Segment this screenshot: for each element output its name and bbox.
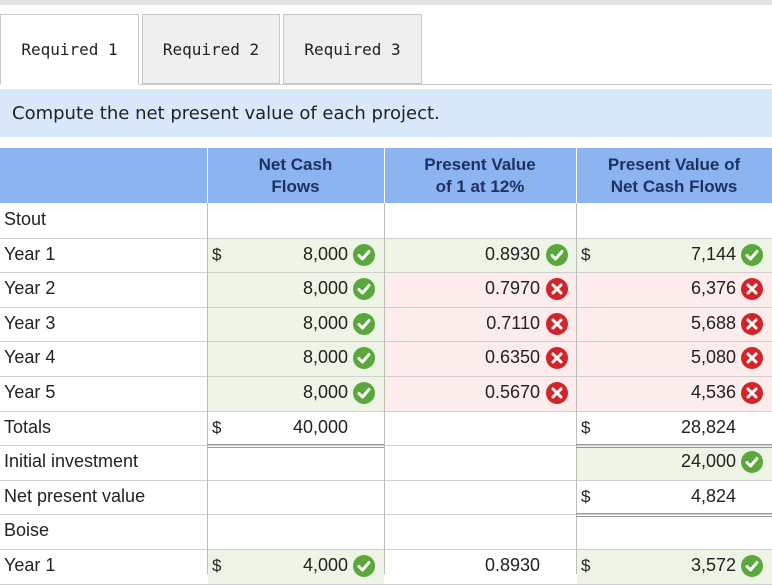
- net-cash-flow-value[interactable]: 8,000: [303, 244, 348, 265]
- tab-underline: [139, 84, 772, 85]
- row-label: Net present value: [4, 485, 146, 506]
- pv-cash-flow-value[interactable]: 6,376: [691, 278, 736, 299]
- tab-required-3[interactable]: Required 3: [283, 14, 422, 84]
- cash-dollar-sign: $: [212, 244, 222, 264]
- row-label: Initial investment: [4, 451, 139, 472]
- pv-factor-value[interactable]: 0.8930: [485, 244, 540, 265]
- header-divider: [207, 148, 208, 203]
- x-circle-icon: [546, 278, 568, 301]
- row-divider: [0, 514, 772, 516]
- x-circle-icon: [546, 382, 568, 404]
- pvcash-dollar-sign: $: [581, 417, 591, 437]
- double-rule: [576, 513, 772, 515]
- check-circle-icon: [546, 243, 568, 266]
- check-circle-icon: [353, 347, 375, 370]
- row-label: Year 2: [4, 278, 56, 299]
- net-cash-flow-value[interactable]: 8,000: [303, 382, 348, 403]
- pv-factor-value[interactable]: 0.6350: [485, 347, 540, 368]
- x-circle-icon: [741, 382, 763, 404]
- row-label: Boise: [4, 520, 50, 541]
- column-divider: [207, 203, 208, 574]
- double-rule: [207, 444, 384, 446]
- row-label: Year 1: [4, 243, 56, 264]
- pv-factor-value[interactable]: 0.5670: [485, 382, 540, 403]
- check-circle-icon: [741, 451, 763, 474]
- row-label: Year 3: [4, 312, 56, 333]
- tab-required-2[interactable]: Required 2: [142, 14, 280, 84]
- x-circle-icon: [546, 312, 568, 335]
- pvcash-dollar-sign: $: [581, 486, 591, 506]
- x-circle-icon: [741, 312, 763, 335]
- row-label: Year 5: [4, 382, 56, 402]
- tab-strip: Required 1 Required 2 Required 3: [0, 14, 772, 85]
- row-divider: [0, 410, 772, 412]
- check-circle-icon: [353, 382, 375, 404]
- row-divider: [0, 583, 772, 585]
- pvcash-dollar-sign: $: [581, 556, 591, 575]
- pv-cash-flow-value[interactable]: 4,536: [691, 382, 736, 403]
- net-cash-flow-value[interactable]: 8,000: [303, 347, 348, 368]
- row-divider: [0, 479, 772, 481]
- cash-dollar-sign: $: [212, 417, 222, 437]
- row-label: Stout: [4, 209, 47, 229]
- net-cash-flow-value[interactable]: 8,000: [303, 313, 348, 334]
- pv-cash-flow-value[interactable]: 5,688: [691, 313, 736, 334]
- header-divider: [384, 148, 385, 203]
- header-present-value-cash-flows: Present Value of Net Cash Flows: [576, 148, 772, 203]
- x-circle-icon: [546, 347, 568, 370]
- check-circle-icon: [353, 243, 375, 266]
- pv-cash-flow-value[interactable]: 5,080: [691, 347, 736, 368]
- double-rule: [576, 444, 772, 446]
- net-cash-flow-value: 40,000: [292, 416, 348, 437]
- check-circle-icon: [353, 312, 375, 335]
- pv-factor-value[interactable]: 0.7110: [486, 313, 540, 334]
- pv-factor-value[interactable]: 0.7970: [485, 278, 540, 299]
- header-row-label: [0, 148, 207, 203]
- pv-cash-flow-value[interactable]: 7,144: [691, 244, 736, 265]
- row-label: Year 4: [4, 347, 56, 368]
- double-rule: [207, 447, 384, 449]
- check-circle-icon: [353, 278, 375, 301]
- header-net-cash-flows: Net Cash Flows: [207, 148, 384, 203]
- net-cash-flow-value[interactable]: 8,000: [303, 278, 348, 299]
- double-rule: [576, 516, 772, 518]
- top-bar: [0, 0, 772, 5]
- row-label: Year 1: [4, 555, 56, 575]
- check-circle-icon: [741, 243, 763, 266]
- pv-cash-flow-value[interactable]: 24,000: [681, 451, 736, 472]
- pv-cash-flow-value: 4,824: [690, 485, 736, 506]
- column-divider: [384, 203, 385, 574]
- instruction-text: Compute the net present value of each pr…: [0, 89, 772, 137]
- x-circle-icon: [741, 278, 763, 301]
- double-rule: [576, 447, 772, 449]
- header-present-value-factor: Present Value of 1 at 12%: [384, 148, 576, 203]
- pv-cash-flow-value: 28,824: [680, 416, 736, 437]
- pv-factor-value: 0.8930: [484, 555, 540, 575]
- row-label: Totals: [4, 416, 52, 437]
- pvcash-dollar-sign: $: [581, 244, 591, 264]
- header-divider: [576, 148, 577, 203]
- net-cash-flow-value[interactable]: 4,000: [303, 555, 348, 576]
- cash-dollar-sign: $: [212, 556, 222, 575]
- pv-cash-flow-value[interactable]: 3,572: [691, 555, 736, 576]
- tab-required-1[interactable]: Required 1: [0, 14, 139, 85]
- column-divider: [576, 203, 577, 574]
- x-circle-icon: [741, 347, 763, 370]
